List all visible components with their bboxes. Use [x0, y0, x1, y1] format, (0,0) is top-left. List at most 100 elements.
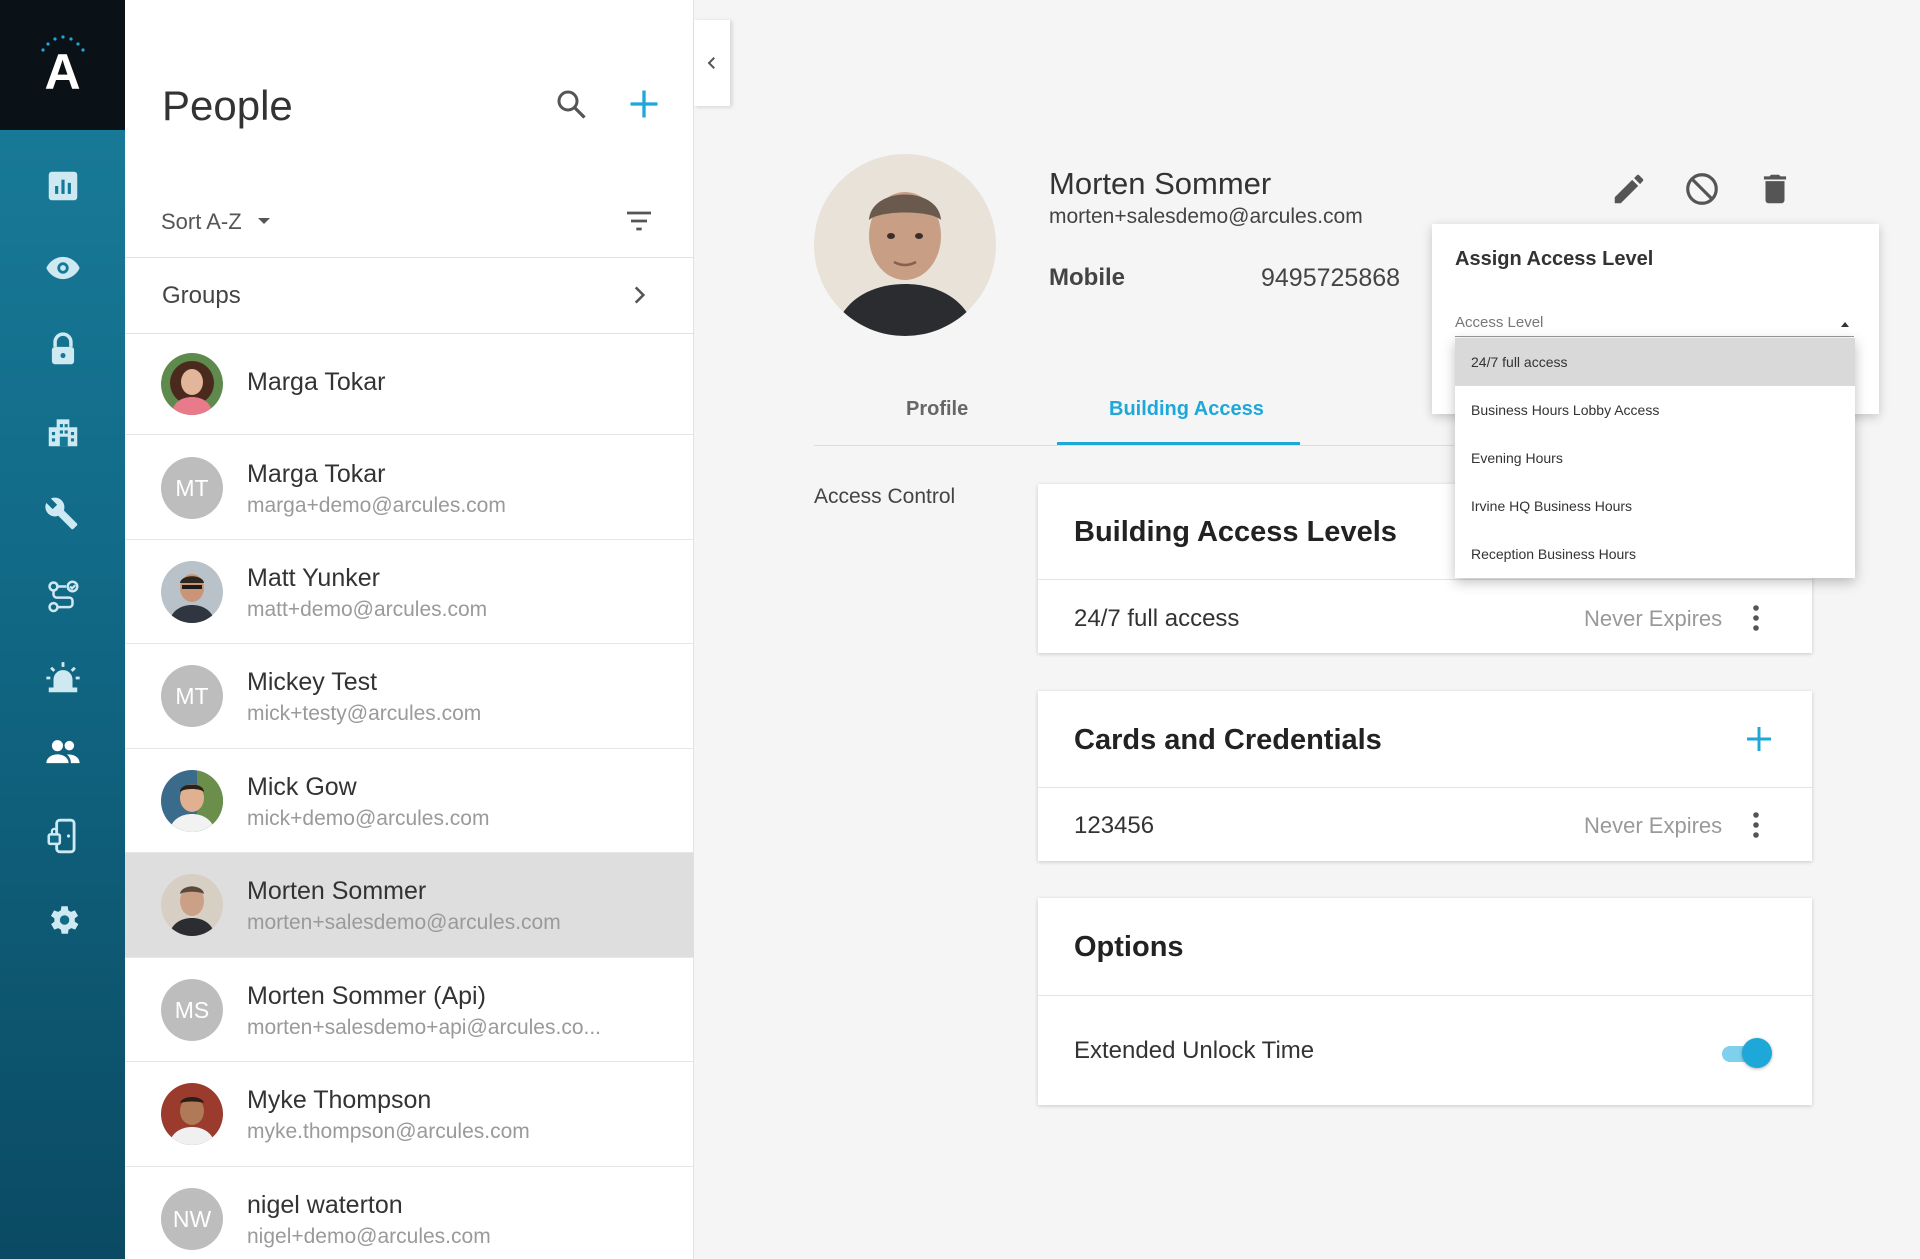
- card-title: Options: [1074, 931, 1184, 963]
- person-email: mick+demo@arcules.com: [247, 807, 490, 830]
- person-name: Marga Tokar: [247, 368, 386, 396]
- avatar: [161, 561, 223, 623]
- nav-doors[interactable]: [0, 806, 125, 866]
- nav-analytics[interactable]: [0, 156, 125, 216]
- extended-unlock-toggle[interactable]: [1718, 1038, 1772, 1068]
- add-person-icon[interactable]: [626, 86, 662, 122]
- credential-expiry: Never Expires: [1584, 813, 1723, 838]
- block-icon[interactable]: [1683, 170, 1721, 208]
- person-name: Mick Gow: [247, 773, 357, 801]
- access-control-label: Access Control: [814, 485, 956, 508]
- credential-value: 123456: [1074, 812, 1155, 839]
- mobile-value: 9495725868: [1261, 264, 1401, 292]
- avatar: [161, 1083, 223, 1145]
- edit-icon[interactable]: [1610, 170, 1648, 208]
- delete-icon[interactable]: [1756, 170, 1794, 208]
- person-email: marga+demo@arcules.com: [247, 494, 506, 517]
- chevron-right-icon: [634, 286, 646, 304]
- profile-photo: [814, 154, 996, 336]
- avatar: MT: [161, 665, 223, 727]
- person-name: Matt Yunker: [247, 564, 380, 592]
- option-item[interactable]: Business Hours Lobby Access: [1455, 386, 1855, 434]
- nav-monitor[interactable]: [0, 238, 125, 298]
- extended-unlock-row: Extended Unlock Time: [1038, 996, 1812, 1105]
- person-name: Morten Sommer: [247, 877, 427, 905]
- nav-buildings[interactable]: [0, 402, 125, 462]
- divider: [1038, 579, 1812, 580]
- search-icon[interactable]: [553, 86, 589, 122]
- avatar: [161, 874, 223, 936]
- sort-dropdown[interactable]: Sort A-Z: [161, 209, 242, 235]
- caret-up-icon[interactable]: [1839, 320, 1851, 330]
- option-item[interactable]: Irvine HQ Business Hours: [1455, 482, 1855, 530]
- add-credential-icon[interactable]: [1743, 723, 1775, 755]
- person-name: Myke Thompson: [247, 1086, 432, 1114]
- eye-icon: [45, 256, 80, 280]
- person-email: nigel+demo@arcules.com: [247, 1225, 491, 1248]
- options-card: Options Extended Unlock Time: [1038, 898, 1812, 1105]
- filter-icon[interactable]: [623, 205, 655, 237]
- access-level-select-label[interactable]: Access Level: [1455, 314, 1543, 331]
- select-underline: [1455, 336, 1854, 337]
- more-vert-icon[interactable]: [1746, 602, 1766, 634]
- list-item-person[interactable]: MT Marga Tokar marga+demo@arcules.com: [125, 435, 694, 540]
- list-item-person-selected[interactable]: Morten Sommer morten+salesdemo@arcules.c…: [125, 853, 694, 958]
- person-email: mick+testy@arcules.com: [247, 702, 482, 725]
- collapse-panel-button[interactable]: [694, 20, 730, 106]
- access-level-options: 24/7 full access Business Hours Lobby Ac…: [1455, 338, 1855, 578]
- avatar: [161, 770, 223, 832]
- avatar: NW: [161, 1188, 223, 1250]
- gear-icon: [50, 906, 78, 934]
- detail-tabs: Profile Building Access: [814, 380, 1454, 446]
- tab-building-access[interactable]: Building Access: [1109, 398, 1264, 421]
- person-email: matt+demo@arcules.com: [247, 598, 488, 621]
- access-level-value: 24/7 full access: [1074, 605, 1240, 632]
- person-email: morten+salesdemo+api@arcules.co...: [247, 1016, 601, 1039]
- caret-down-icon[interactable]: [256, 213, 272, 229]
- avatar: [161, 353, 223, 415]
- lock-icon: [51, 332, 74, 365]
- person-email-detail: morten+salesdemo@arcules.com: [1049, 205, 1363, 228]
- alarm-icon: [45, 662, 80, 693]
- extended-unlock-label: Extended Unlock Time: [1074, 1037, 1315, 1064]
- person-email: morten+salesdemo@arcules.com: [247, 911, 561, 934]
- building-icon: [48, 419, 77, 447]
- nav-people[interactable]: [0, 722, 125, 782]
- divider: [1038, 787, 1812, 788]
- nav-alarms[interactable]: [0, 648, 125, 708]
- person-name: Marga Tokar: [247, 460, 386, 488]
- list-item-person[interactable]: NW nigel waterton nigel+demo@arcules.com: [125, 1167, 694, 1259]
- nav-rules[interactable]: [0, 566, 125, 626]
- person-name: nigel waterton: [247, 1191, 403, 1219]
- person-full-name: Morten Sommer: [1049, 166, 1272, 201]
- nav-tools[interactable]: [0, 484, 125, 544]
- nav-settings[interactable]: [0, 890, 125, 950]
- avatar: MT: [161, 457, 223, 519]
- logo-dots-icon: [41, 35, 85, 52]
- option-item[interactable]: Evening Hours: [1455, 434, 1855, 482]
- person-name: Morten Sommer (Api): [247, 982, 486, 1010]
- option-item-selected[interactable]: 24/7 full access: [1455, 338, 1855, 386]
- rules-icon: [47, 580, 79, 613]
- access-level-expiry: Never Expires: [1584, 606, 1723, 631]
- tab-profile[interactable]: Profile: [906, 398, 968, 421]
- groups-row[interactable]: Groups: [125, 258, 694, 334]
- person-email: myke.thompson@arcules.com: [247, 1120, 530, 1143]
- more-vert-icon[interactable]: [1746, 809, 1766, 841]
- nav-access[interactable]: [0, 320, 125, 380]
- list-item-person[interactable]: Mick Gow mick+demo@arcules.com: [125, 749, 694, 853]
- card-title: Cards and Credentials: [1074, 724, 1382, 756]
- analytics-icon: [48, 171, 77, 201]
- list-item-person[interactable]: MS Morten Sommer (Api) morten+salesdemo+…: [125, 958, 694, 1062]
- nav-rail: A: [0, 0, 125, 1259]
- mobile-label: Mobile: [1049, 264, 1125, 291]
- app-logo[interactable]: A: [0, 0, 125, 130]
- list-item-person[interactable]: MT Mickey Test mick+testy@arcules.com: [125, 644, 694, 749]
- list-item-person[interactable]: Myke Thompson myke.thompson@arcules.com: [125, 1062, 694, 1167]
- option-item[interactable]: Reception Business Hours: [1455, 530, 1855, 578]
- person-name: Mickey Test: [247, 668, 378, 696]
- wrench-icon: [44, 497, 77, 530]
- card-title: Building Access Levels: [1074, 516, 1397, 548]
- list-item-person[interactable]: Marga Tokar: [125, 334, 694, 435]
- list-item-person[interactable]: Matt Yunker matt+demo@arcules.com: [125, 540, 694, 644]
